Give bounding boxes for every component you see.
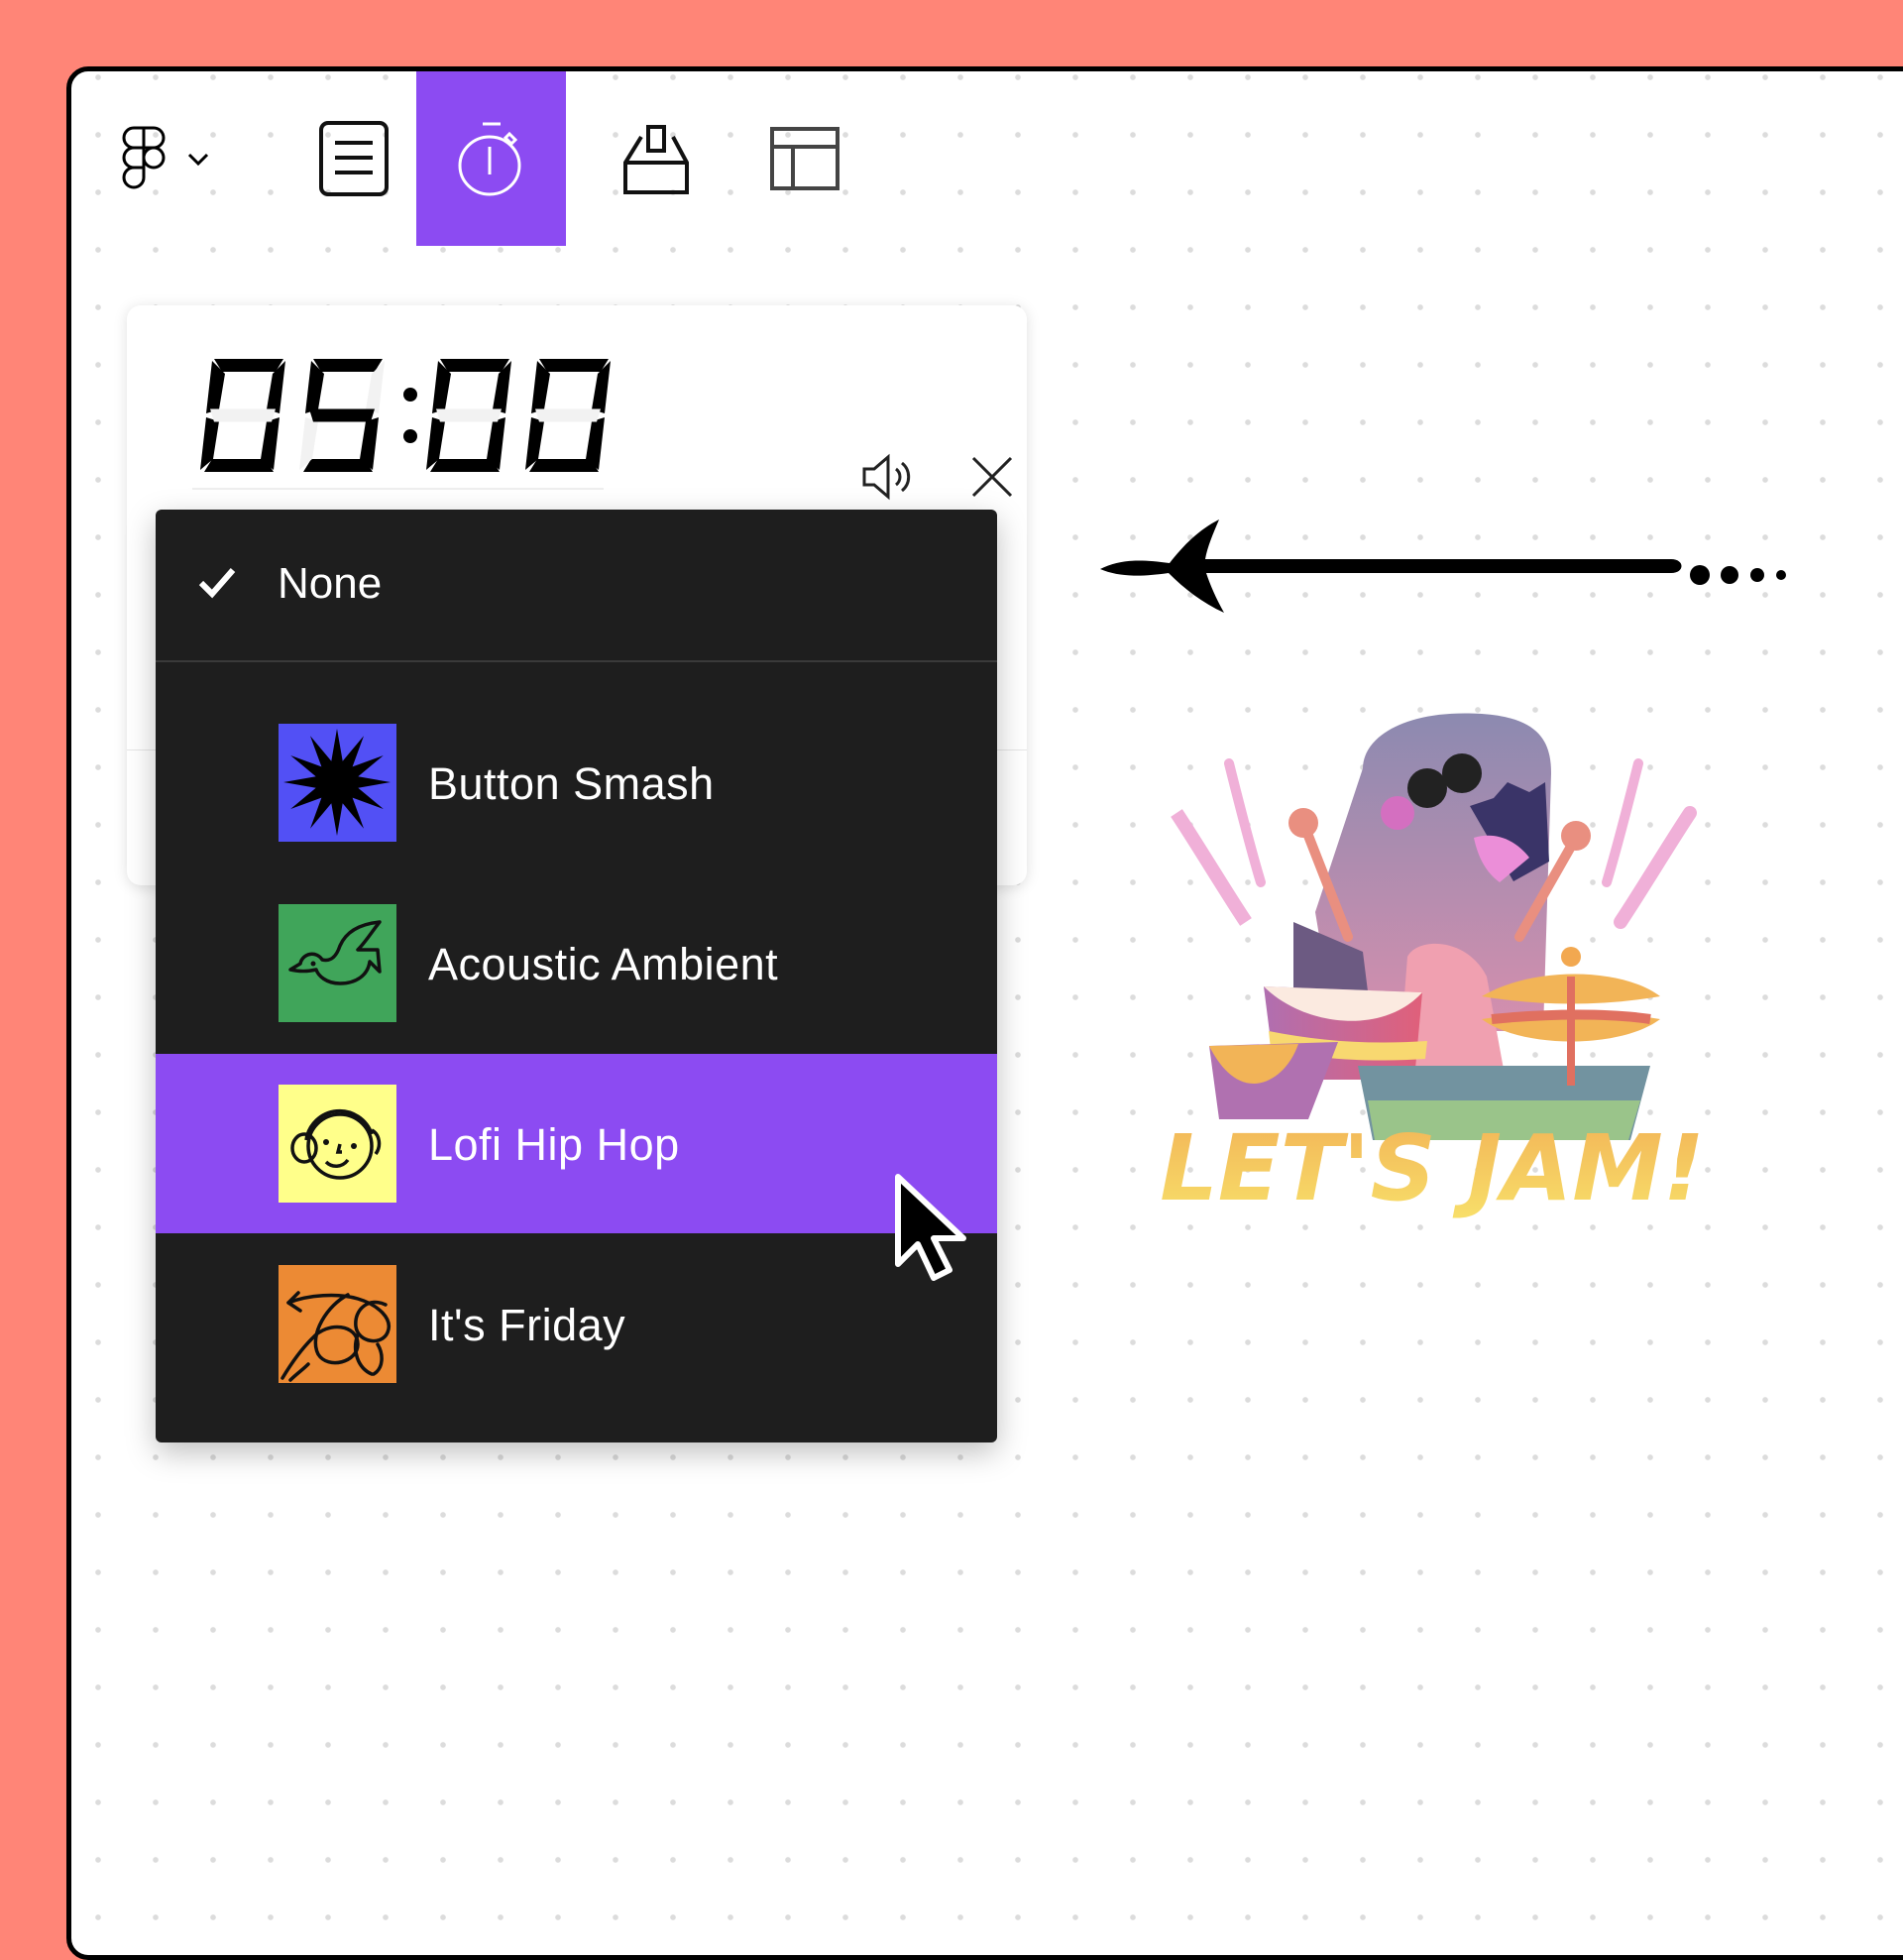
colon-dot — [403, 388, 417, 402]
speaker-volume-icon — [862, 453, 911, 501]
voting-tool-button[interactable] — [607, 71, 706, 246]
close-button[interactable] — [957, 442, 1027, 512]
digit-segment — [430, 459, 500, 472]
app-window: 05:00 None — [66, 66, 1903, 1960]
checkmark-icon — [198, 568, 236, 599]
track-thumbnail — [279, 1085, 396, 1203]
scribble-arrow-icon — [280, 1291, 391, 1382]
figma-logo-icon — [122, 126, 166, 189]
headphones-face-icon — [290, 1108, 382, 1180]
menu-item-label: Lofi Hip Hop — [428, 1119, 680, 1170]
digit-segment — [436, 408, 502, 422]
layout-template-icon — [770, 127, 840, 190]
starburst-icon — [283, 729, 391, 836]
digit-segment — [529, 459, 599, 472]
stopwatch-timer-icon — [458, 122, 520, 196]
template-tool-button[interactable] — [755, 71, 854, 246]
figma-menu-button[interactable] — [111, 71, 220, 246]
menu-item-none[interactable]: None — [156, 510, 997, 660]
track-thumbnail — [279, 1265, 396, 1383]
timer-tool-button[interactable] — [416, 71, 566, 246]
track-thumbnail — [279, 904, 396, 1022]
digit-segment — [309, 408, 375, 422]
notes-tool-button[interactable] — [299, 71, 408, 246]
menu-item-acoustic-ambient[interactable]: Acoustic Ambient — [156, 873, 997, 1053]
digit-segment — [535, 408, 601, 422]
menu-item-lofi-hip-hop[interactable]: Lofi Hip Hop — [156, 1054, 997, 1233]
menu-item-its-friday[interactable]: It's Friday — [156, 1234, 997, 1414]
menu-item-button-smash[interactable]: Button Smash — [156, 693, 997, 872]
menu-item-label: It's Friday — [428, 1300, 626, 1350]
document-list-icon — [319, 121, 389, 196]
digit-segment — [210, 408, 276, 422]
digit-segment — [204, 459, 274, 472]
digit-segment — [313, 359, 383, 372]
mouse-pointer-icon — [895, 1174, 966, 1281]
chevron-down-icon — [187, 153, 209, 167]
colon-dot — [403, 429, 417, 443]
menu-divider — [156, 660, 997, 662]
timer-display — [200, 359, 611, 472]
digit-segment — [303, 459, 373, 472]
toolbar — [71, 71, 864, 246]
timer-underline — [192, 488, 604, 490]
digit-segment — [440, 359, 509, 372]
menu-item-label: Button Smash — [428, 758, 715, 809]
lets-jam-sticker: LET'S JAM! — [1160, 713, 1705, 1221]
track-thumbnail — [279, 724, 396, 842]
bird-icon — [288, 920, 382, 985]
digit-segment — [214, 359, 283, 372]
close-icon — [971, 456, 1013, 498]
sticker-text: LET'S JAM! — [1160, 1115, 1705, 1221]
ballot-box-icon — [623, 125, 689, 194]
hand-drawn-arrow-icon — [1100, 519, 1786, 613]
music-dropdown-menu: None Button Smash Acoustic Ambient Lofi … — [156, 510, 997, 1442]
digit-segment — [539, 359, 609, 372]
volume-button[interactable] — [855, 442, 925, 512]
menu-item-label: Acoustic Ambient — [428, 939, 779, 989]
menu-item-label: None — [278, 559, 383, 608]
